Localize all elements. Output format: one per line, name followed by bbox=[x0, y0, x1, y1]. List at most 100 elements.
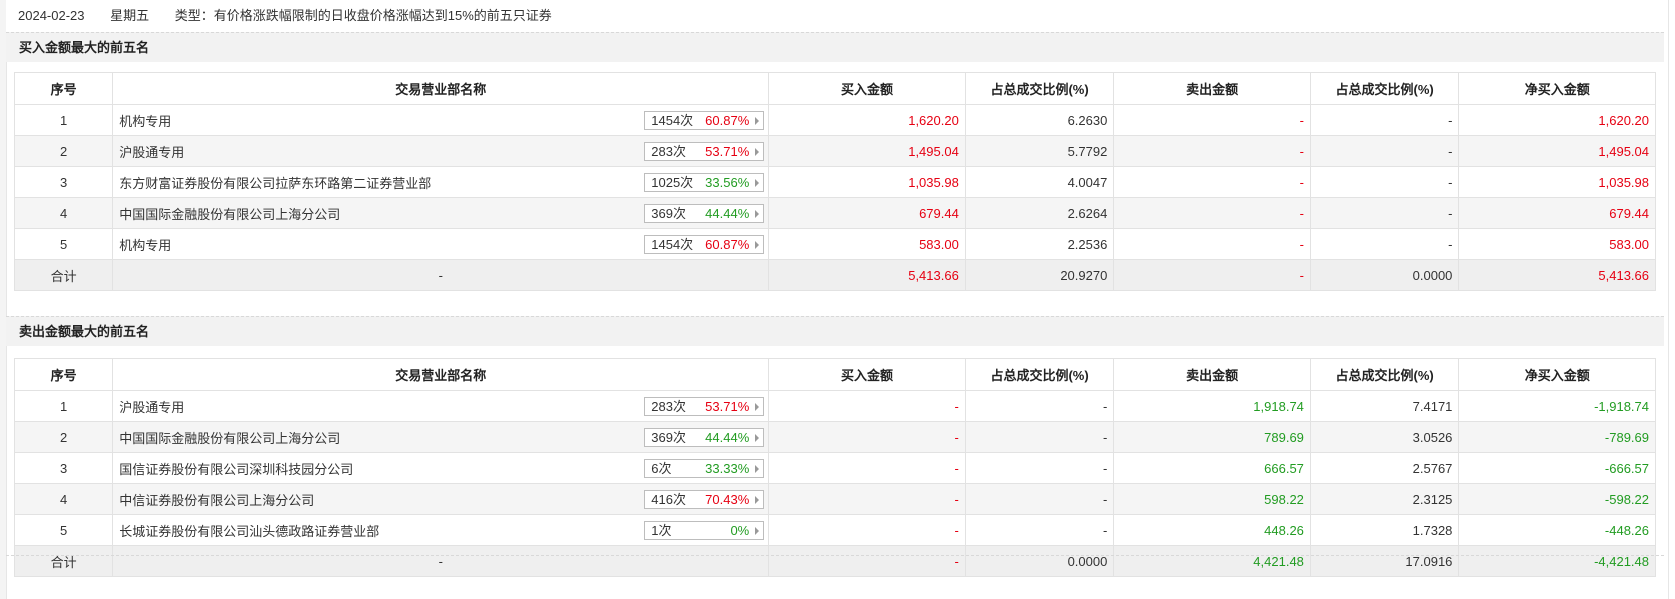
branch-stat-button[interactable]: 1454次 60.87% bbox=[644, 235, 765, 254]
branch-name-link[interactable]: 长城证券股份有限公司汕头德政路证券营业部 bbox=[119, 524, 379, 539]
branch-stat-button[interactable]: 1次 0% bbox=[644, 521, 765, 540]
net-amount: -598.22 bbox=[1458, 483, 1656, 515]
sell-amount: - bbox=[1113, 228, 1311, 260]
buy-ratio: 2.2536 bbox=[964, 228, 1115, 260]
col-header-buy-ratio: 占总成交比例(%) bbox=[964, 358, 1115, 391]
scrollbar-track[interactable] bbox=[1668, 0, 1675, 599]
total-sell-amount: - bbox=[1113, 259, 1311, 291]
branch-name-link[interactable]: 沪股通专用 bbox=[119, 145, 184, 160]
sell-ratio: 3.0526 bbox=[1309, 421, 1460, 453]
col-header-buy-ratio: 占总成交比例(%) bbox=[964, 72, 1115, 105]
col-header-buy: 买入金额 bbox=[768, 72, 966, 105]
buy-amount: 1,495.04 bbox=[768, 135, 966, 167]
buy-amount: 583.00 bbox=[768, 228, 966, 260]
sell-ratio: - bbox=[1309, 104, 1460, 136]
sell-amount: 1,918.74 bbox=[1113, 390, 1311, 422]
branch-name-link[interactable]: 机构专用 bbox=[119, 238, 171, 253]
win-rate: 44.44% bbox=[705, 430, 750, 445]
win-rate: 0% bbox=[730, 523, 750, 538]
buy-ratio: 2.6264 bbox=[964, 197, 1115, 229]
win-rate: 53.71% bbox=[705, 144, 750, 159]
branch-cell: 中国国际金融股份有限公司上海分公司 369次 44.44% bbox=[112, 421, 770, 453]
total-label: 合计 bbox=[13, 545, 114, 577]
branch-name-link[interactable]: 中国国际金融股份有限公司上海分公司 bbox=[119, 431, 340, 446]
branch-name-link[interactable]: 东方财富证券股份有限公司拉萨东环路第二证券营业部 bbox=[119, 176, 431, 191]
branch-name-link[interactable]: 中信证券股份有限公司上海分公司 bbox=[119, 493, 314, 508]
net-amount: 679.44 bbox=[1458, 197, 1656, 229]
total-net-amount: 5,413.66 bbox=[1458, 259, 1656, 291]
divider bbox=[6, 555, 1664, 556]
listing-count: 369次 bbox=[651, 430, 686, 445]
buy-amount: - bbox=[768, 514, 966, 546]
info-bar: 2024-02-23 星期五 类型：有价格涨跌幅限制的日收盘价格涨幅达到15%的… bbox=[6, 0, 1664, 32]
branch-cell: 国信证券股份有限公司深圳科技园分公司 6次 33.33% bbox=[112, 452, 770, 484]
win-rate: 33.33% bbox=[705, 461, 750, 476]
row-no: 2 bbox=[13, 421, 114, 453]
row-no: 3 bbox=[13, 166, 114, 198]
left-edge bbox=[0, 0, 7, 599]
table-row: 3 东方财富证券股份有限公司拉萨东环路第二证券营业部 1025次 33.56% … bbox=[13, 166, 1656, 198]
col-header-no: 序号 bbox=[13, 358, 114, 391]
buy-amount: - bbox=[768, 390, 966, 422]
total-sell-ratio: 0.0000 bbox=[1309, 259, 1460, 291]
total-buy-ratio: 20.9270 bbox=[964, 259, 1115, 291]
page-frame: 2024-02-23 星期五 类型：有价格涨跌幅限制的日收盘价格涨幅达到15%的… bbox=[0, 0, 1675, 599]
branch-stat-button[interactable]: 6次 33.33% bbox=[644, 459, 765, 478]
col-header-sell: 卖出金额 bbox=[1113, 72, 1311, 105]
col-header-no: 序号 bbox=[13, 72, 114, 105]
net-amount: 1,495.04 bbox=[1458, 135, 1656, 167]
branch-stat-button[interactable]: 416次 70.43% bbox=[644, 490, 765, 509]
arrow-right-icon bbox=[755, 117, 760, 125]
sell-amount: 789.69 bbox=[1113, 421, 1311, 453]
buy-amount: 1,620.20 bbox=[768, 104, 966, 136]
listing-count: 1次 bbox=[651, 523, 672, 538]
branch-stat-button[interactable]: 1025次 33.56% bbox=[644, 173, 765, 192]
branch-name-link[interactable]: 沪股通专用 bbox=[119, 400, 184, 415]
buy-amount: 1,035.98 bbox=[768, 166, 966, 198]
branch-cell: 中国国际金融股份有限公司上海分公司 369次 44.44% bbox=[112, 197, 770, 229]
arrow-right-icon bbox=[755, 179, 760, 187]
win-rate: 60.87% bbox=[705, 113, 750, 128]
win-rate: 60.87% bbox=[705, 237, 750, 252]
table-row: 4 中信证券股份有限公司上海分公司 416次 70.43% - - 598.22… bbox=[13, 483, 1656, 515]
branch-name-link[interactable]: 中国国际金融股份有限公司上海分公司 bbox=[119, 207, 340, 222]
buy-amount: - bbox=[768, 421, 966, 453]
branch-stat-button[interactable]: 283次 53.71% bbox=[644, 397, 765, 416]
branch-name-link[interactable]: 国信证券股份有限公司深圳科技园分公司 bbox=[119, 462, 353, 477]
net-amount: 1,620.20 bbox=[1458, 104, 1656, 136]
net-amount: 583.00 bbox=[1458, 228, 1656, 260]
sell-ratio: 2.3125 bbox=[1309, 483, 1460, 515]
net-amount: -448.26 bbox=[1458, 514, 1656, 546]
arrow-right-icon bbox=[755, 434, 760, 442]
sell-ratio: 2.5767 bbox=[1309, 452, 1460, 484]
branch-stat-button[interactable]: 283次 53.71% bbox=[644, 142, 765, 161]
row-no: 1 bbox=[13, 104, 114, 136]
branch-stat-button[interactable]: 1454次 60.87% bbox=[644, 111, 765, 130]
sell-section-title: 卖出金额最大的前五名 bbox=[6, 316, 1664, 346]
arrow-right-icon bbox=[755, 465, 760, 473]
buy-ratio: - bbox=[964, 452, 1115, 484]
win-rate: 44.44% bbox=[705, 206, 750, 221]
buy-amount: 679.44 bbox=[768, 197, 966, 229]
trade-date: 2024-02-23 bbox=[18, 8, 85, 23]
table-header-row: 序号 交易营业部名称 买入金额 占总成交比例(%) 卖出金额 占总成交比例(%)… bbox=[13, 358, 1656, 391]
table-row: 5 长城证券股份有限公司汕头德政路证券营业部 1次 0% - - 448.26 … bbox=[13, 514, 1656, 546]
sell-amount: 666.57 bbox=[1113, 452, 1311, 484]
total-row: 合计 - - 0.0000 4,421.48 17.0916 -4,421.48 bbox=[13, 545, 1656, 577]
total-sell-ratio: 17.0916 bbox=[1309, 545, 1460, 577]
row-no: 5 bbox=[13, 514, 114, 546]
branch-stat-button[interactable]: 369次 44.44% bbox=[644, 428, 765, 447]
branch-cell: 沪股通专用 283次 53.71% bbox=[112, 390, 770, 422]
win-rate: 33.56% bbox=[705, 175, 750, 190]
branch-cell: 东方财富证券股份有限公司拉萨东环路第二证券营业部 1025次 33.56% bbox=[112, 166, 770, 198]
table-row: 3 国信证券股份有限公司深圳科技园分公司 6次 33.33% - - 666.5… bbox=[13, 452, 1656, 484]
arrow-right-icon bbox=[755, 496, 760, 504]
col-header-net: 净买入金额 bbox=[1458, 72, 1656, 105]
row-no: 4 bbox=[13, 483, 114, 515]
buy-ratio: - bbox=[964, 514, 1115, 546]
branch-stat-button[interactable]: 369次 44.44% bbox=[644, 204, 765, 223]
arrow-right-icon bbox=[755, 527, 760, 535]
sell-ratio: 7.4171 bbox=[1309, 390, 1460, 422]
branch-name-link[interactable]: 机构专用 bbox=[119, 114, 171, 129]
listing-count: 369次 bbox=[651, 206, 686, 221]
